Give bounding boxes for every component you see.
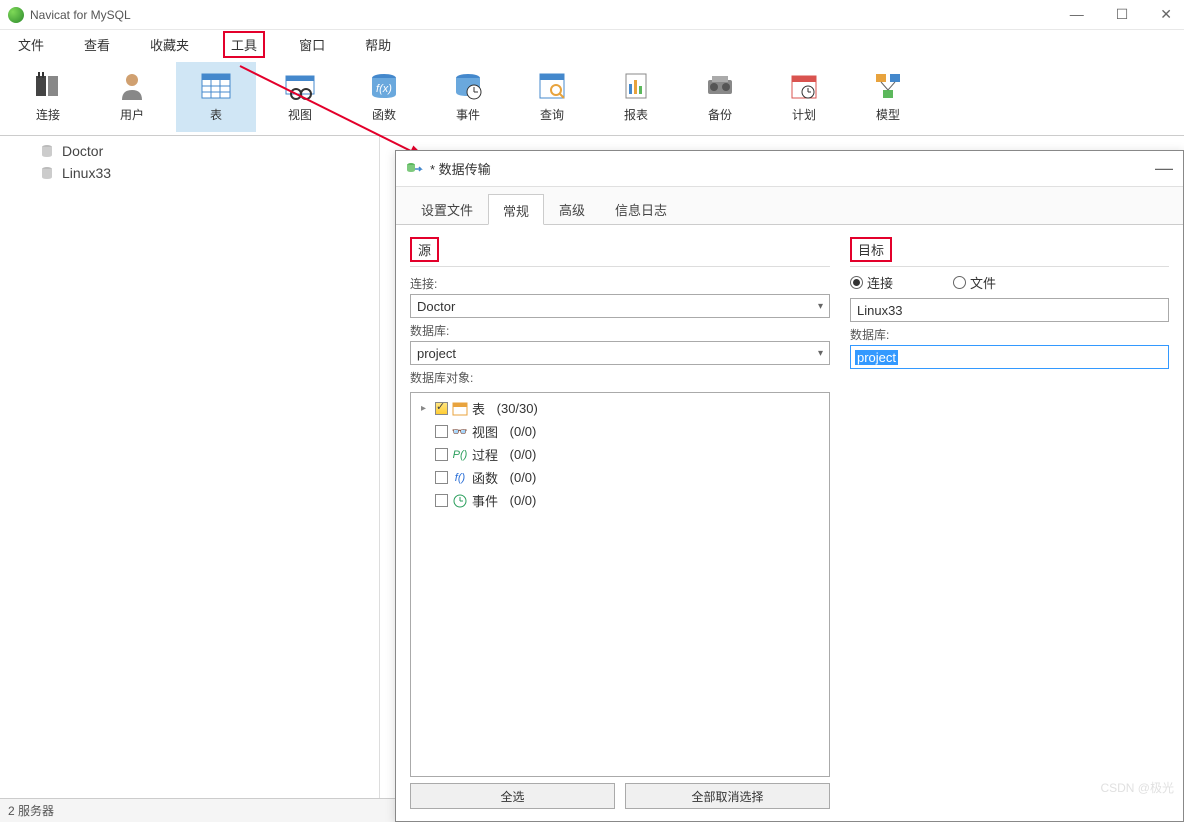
toolbar: 连接 用户 表 视图 f(x) 函数 事件 查询	[0, 58, 1184, 136]
toolbar-table[interactable]: 表	[176, 62, 256, 132]
toolbar-view[interactable]: 视图	[260, 62, 340, 132]
event-icon	[452, 70, 484, 102]
source-heading: 源	[410, 237, 439, 262]
target-type-radios: 连接 文件	[850, 273, 1169, 292]
maximize-button[interactable]: ☐	[1112, 6, 1133, 23]
connection-sidebar: Doctor Linux33	[0, 136, 380, 798]
source-database-label: 数据库:	[410, 322, 830, 339]
checkbox-views[interactable]	[435, 425, 448, 438]
close-button[interactable]: ✕	[1156, 6, 1176, 23]
proc-icon: P()	[452, 448, 468, 462]
target-database-input[interactable]: project	[850, 345, 1169, 369]
schedule-icon	[788, 70, 820, 102]
report-icon	[620, 70, 652, 102]
checkbox-tables[interactable]	[435, 402, 448, 415]
tab-general[interactable]: 常规	[488, 194, 544, 225]
target-connection-dropdown[interactable]: Linux33	[850, 298, 1169, 322]
checkbox-events[interactable]	[435, 494, 448, 507]
source-connection-dropdown[interactable]: Doctor ▾	[410, 294, 830, 318]
toolbar-user[interactable]: 用户	[92, 62, 172, 132]
toolbar-event[interactable]: 事件	[428, 62, 508, 132]
toolbar-function[interactable]: f(x) 函数	[344, 62, 424, 132]
dialog-titlebar: * 数据传输 —	[396, 151, 1183, 187]
menu-tools[interactable]: 工具	[223, 31, 265, 58]
tree-row-tables[interactable]: ▸ 表 (30/30)	[415, 397, 825, 420]
glasses-icon: 👓	[452, 425, 468, 439]
target-database-label: 数据库:	[850, 326, 1169, 343]
checkbox-procedures[interactable]	[435, 448, 448, 461]
clock-icon	[452, 494, 468, 508]
menu-window[interactable]: 窗口	[293, 33, 331, 56]
source-panel: 源 连接: Doctor ▾ 数据库: project ▾ 数据库对象: ▸ 表…	[410, 237, 830, 809]
chevron-down-icon: ▾	[818, 348, 823, 359]
tab-info-log[interactable]: 信息日志	[600, 193, 682, 224]
tree-row-events[interactable]: 事件 (0/0)	[415, 489, 825, 512]
menu-help[interactable]: 帮助	[359, 33, 397, 56]
target-panel: 目标 连接 文件 Linux33 数据库: project	[850, 237, 1169, 809]
data-transfer-dialog: * 数据传输 — 设置文件 常规 高级 信息日志 源 连接: Doctor ▾ …	[395, 150, 1184, 822]
radio-file[interactable]: 文件	[953, 273, 996, 292]
menu-view[interactable]: 查看	[78, 33, 116, 56]
tab-advanced[interactable]: 高级	[544, 193, 600, 224]
dialog-tabs: 设置文件 常规 高级 信息日志	[396, 193, 1183, 225]
menubar: 文件 查看 收藏夹 工具 窗口 帮助	[0, 30, 1184, 58]
radio-icon	[850, 276, 863, 289]
tab-settings-file[interactable]: 设置文件	[406, 193, 488, 224]
radio-icon	[953, 276, 966, 289]
sidebar-item-label: Linux33	[62, 165, 111, 181]
source-connection-label: 连接:	[410, 275, 830, 292]
model-icon	[872, 70, 904, 102]
toolbar-schedule[interactable]: 计划	[764, 62, 844, 132]
checkbox-functions[interactable]	[435, 471, 448, 484]
toolbar-backup[interactable]: 备份	[680, 62, 760, 132]
dialog-title-text: * 数据传输	[430, 159, 491, 178]
toolbar-report[interactable]: 报表	[596, 62, 676, 132]
dialog-body: 源 连接: Doctor ▾ 数据库: project ▾ 数据库对象: ▸ 表…	[396, 225, 1183, 821]
titlebar: Navicat for MySQL — ☐ ✕	[0, 0, 1184, 30]
dialog-minimize-button[interactable]: —	[1155, 158, 1173, 179]
sidebar-item-label: Doctor	[62, 143, 103, 159]
minimize-button[interactable]: —	[1066, 6, 1088, 23]
window-title: Navicat for MySQL	[30, 8, 131, 22]
toolbar-model[interactable]: 模型	[848, 62, 928, 132]
radio-connection[interactable]: 连接	[850, 273, 893, 292]
view-icon	[284, 70, 316, 102]
query-icon	[536, 70, 568, 102]
database-icon	[40, 166, 54, 180]
source-database-dropdown[interactable]: project ▾	[410, 341, 830, 365]
window-controls: — ☐ ✕	[1066, 6, 1176, 23]
watermark: CSDN @极光	[1100, 779, 1174, 796]
user-icon	[116, 70, 148, 102]
table-icon	[200, 70, 232, 102]
tree-row-functions[interactable]: f() 函数 (0/0)	[415, 466, 825, 489]
expand-icon[interactable]: ▸	[421, 403, 431, 414]
source-objects-label: 数据库对象:	[410, 369, 830, 386]
plug-icon	[32, 70, 64, 102]
toolbar-connection[interactable]: 连接	[8, 62, 88, 132]
sidebar-item-doctor[interactable]: Doctor	[0, 140, 379, 162]
select-all-button[interactable]: 全选	[410, 783, 615, 809]
target-heading: 目标	[850, 237, 892, 262]
fx-icon: f()	[452, 471, 468, 485]
menu-file[interactable]: 文件	[12, 33, 50, 56]
database-icon	[40, 144, 54, 158]
source-objects-tree[interactable]: ▸ 表 (30/30) 👓 视图 (0/0) P() 过程 (0/0)	[410, 392, 830, 777]
sidebar-item-linux33[interactable]: Linux33	[0, 162, 379, 184]
status-server-count: 2 服务器	[8, 802, 54, 819]
transfer-icon	[406, 160, 424, 178]
backup-icon	[704, 70, 736, 102]
tree-row-procedures[interactable]: P() 过程 (0/0)	[415, 443, 825, 466]
chevron-down-icon: ▾	[818, 301, 823, 312]
tree-row-views[interactable]: 👓 视图 (0/0)	[415, 420, 825, 443]
app-logo-icon	[8, 7, 24, 23]
table-small-icon	[452, 402, 468, 416]
deselect-all-button[interactable]: 全部取消选择	[625, 783, 830, 809]
function-icon: f(x)	[368, 70, 400, 102]
svg-text:f(x): f(x)	[376, 83, 392, 95]
toolbar-query[interactable]: 查询	[512, 62, 592, 132]
menu-favorites[interactable]: 收藏夹	[144, 33, 195, 56]
